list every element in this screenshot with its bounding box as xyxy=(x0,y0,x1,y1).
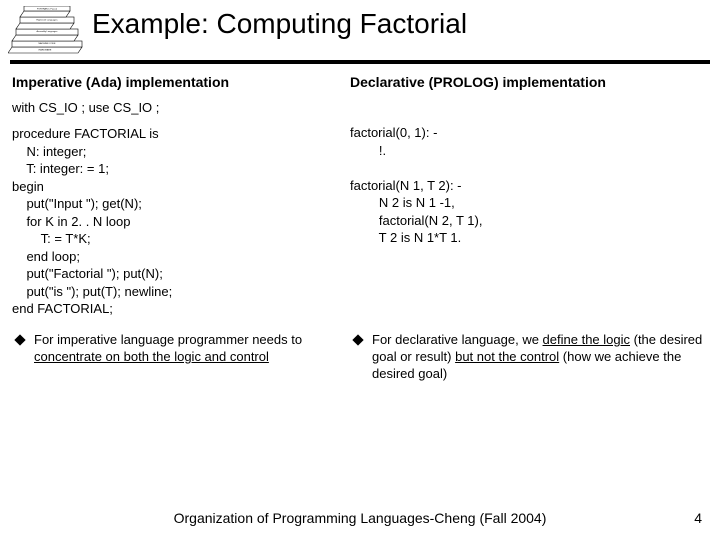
footer-text: Organization of Programming Languages-Ch… xyxy=(0,510,720,526)
right-bullet-text: For declarative language, we define the … xyxy=(372,332,708,383)
left-bullet: For imperative language programmer needs… xyxy=(12,332,342,383)
right-heading: Declarative (PROLOG) implementation xyxy=(350,74,708,90)
diamond-icon xyxy=(14,334,25,345)
left-column: Imperative (Ada) implementation with CS_… xyxy=(12,74,342,318)
svg-text:High-level Languages: High-level Languages xyxy=(36,20,58,22)
diamond-icon xyxy=(352,334,363,345)
left-bullet-pre: For imperative language programmer needs… xyxy=(34,332,302,347)
right-bullet: For declarative language, we define the … xyxy=(350,332,708,383)
with-clause: with CS_IO ; use CS_IO ; xyxy=(12,100,342,115)
right-bullet-u2: but not the control xyxy=(455,349,559,364)
right-bullet-pre: For declarative language, we xyxy=(372,332,543,347)
columns: Imperative (Ada) implementation with CS_… xyxy=(0,68,720,318)
ada-code: procedure FACTORIAL is N: integer; T: in… xyxy=(12,125,342,318)
spacer xyxy=(350,100,708,124)
right-bullet-u1: define the logic xyxy=(543,332,630,347)
header: FORTRAN C Pascal High-level Languages As… xyxy=(0,0,720,54)
bullets-row: For imperative language programmer needs… xyxy=(0,318,720,383)
title-rule xyxy=(10,60,710,64)
svg-text:FORTRAN C Pascal: FORTRAN C Pascal xyxy=(37,8,57,11)
left-heading: Imperative (Ada) implementation xyxy=(12,74,342,90)
right-column: Declarative (PROLOG) implementation fact… xyxy=(350,74,708,318)
svg-text:MACHINE CODE: MACHINE CODE xyxy=(38,42,56,45)
left-bullet-text: For imperative language programmer needs… xyxy=(34,332,342,366)
slide-title: Example: Computing Factorial xyxy=(86,6,467,40)
prolog-code: factorial(0, 1): - !. factorial(N 1, T 2… xyxy=(350,124,708,247)
pyramid-icon: FORTRAN C Pascal High-level Languages As… xyxy=(8,6,86,54)
left-bullet-underline: concentrate on both the logic and contro… xyxy=(34,349,269,364)
svg-text:HARDWARE: HARDWARE xyxy=(39,49,52,52)
slide: FORTRAN C Pascal High-level Languages As… xyxy=(0,0,720,540)
page-number: 4 xyxy=(694,510,702,526)
svg-text:Assembly Languages: Assembly Languages xyxy=(37,30,59,33)
